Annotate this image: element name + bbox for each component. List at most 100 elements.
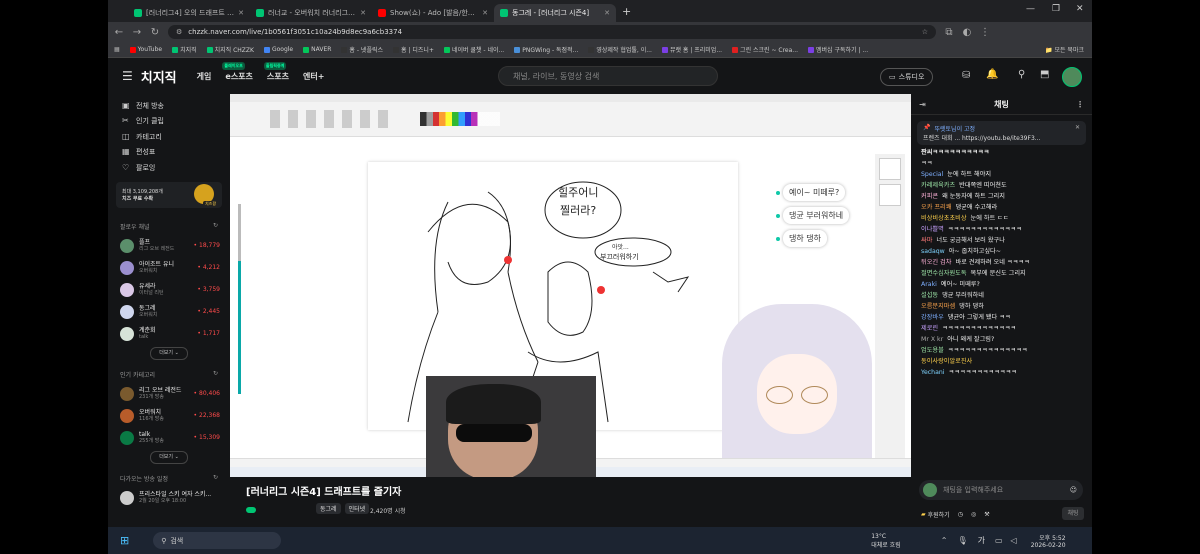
- chat-username[interactable]: sadaqw: [921, 248, 945, 255]
- chat-message[interactable]: 이나쁠멱 ㅋㅋㅋㅋㅋㅋㅋㅋㅋㅋㅋㅋㅋ: [911, 224, 1092, 235]
- bookmark-item[interactable]: 멤버십 구독하기 | ...: [808, 45, 868, 54]
- chat-message[interactable]: ㅋㅋ: [911, 158, 1092, 169]
- sidebar-category[interactable]: talk 255개 방송 • 15,309: [108, 427, 230, 449]
- sidebar-channel[interactable]: 플프 리그 오브 레전드 • 18,779: [108, 235, 230, 257]
- chat-message[interactable]: 오름분지마셈 댕하 댕하: [911, 301, 1092, 312]
- video-player[interactable]: 힐주어니 찔러라? 아앗... 부끄러워하기 예이~ 미떼루? 댕균 부러워하네 댕…: [230, 94, 911, 477]
- chat-username[interactable]: 오름분지마셈: [921, 303, 955, 310]
- collapse-chat-icon[interactable]: ⇥: [919, 100, 926, 109]
- search-input[interactable]: 채널, 라이브, 동영상 검색: [498, 66, 718, 86]
- chat-message[interactable]: 싸마 너도 궁금해서 보러 왔구나: [911, 235, 1092, 246]
- pinned-message[interactable]: 📌 뚜렛토님이 고정 프렌즈 대회 ... https://youtu.be/i…: [917, 121, 1086, 145]
- close-window-icon[interactable]: ✕: [1076, 4, 1084, 14]
- sidebar-channel[interactable]: 아이조트 유니 오버워치 • 4,212: [108, 257, 230, 279]
- chat-message[interactable]: Mr X kr 아니 왜케 잘그림?: [911, 334, 1092, 345]
- new-tab-button[interactable]: +: [622, 5, 631, 18]
- ime-indicator[interactable]: 가: [978, 535, 985, 546]
- forward-icon[interactable]: →: [132, 27, 142, 38]
- chat-username[interactable]: 엄도용블: [921, 347, 944, 354]
- chat-message[interactable]: 제로린 ㅋㅋㅋㅋㅋㅋㅋㅋㅋㅋㅋㅋㅋ: [911, 323, 1092, 334]
- sidebar-item[interactable]: ♡ 팔로잉: [108, 160, 230, 176]
- browser-menu-icon[interactable]: ⋮: [980, 27, 990, 38]
- site-logo[interactable]: 치지직: [141, 67, 177, 86]
- browser-tab[interactable]: 러너교 - 오버워치 러너리그 시즌 ✕: [250, 4, 372, 22]
- chat-username[interactable]: Special: [921, 171, 943, 178]
- notification-icon[interactable]: 🔔: [986, 69, 998, 80]
- extensions-icon[interactable]: ⧉: [944, 27, 954, 38]
- chat-username[interactable]: 카레제육카츠: [921, 182, 955, 189]
- pinned-close-icon[interactable]: ✕: [1075, 124, 1080, 131]
- header-menu-item[interactable]: 엔터+: [303, 71, 324, 82]
- chat-message[interactable]: Araki 예어~ 미떼루?: [911, 279, 1092, 290]
- tab-close-icon[interactable]: ✕: [482, 9, 488, 17]
- chat-message[interactable]: 엄도용블 ㅋㅋㅋㅋㅋㅋㅋㅋㅋㅋㅋㅋㅋㅋ: [911, 345, 1092, 356]
- browser-tab[interactable]: Show(쇼) - Ado [발음/한국어 자막]✕: [372, 4, 494, 22]
- chat-message[interactable]: 뒤오긴 검차 바로 견제하려 오네 ㅋㅋㅋㅋ: [911, 257, 1092, 268]
- bookmark-item[interactable]: 치지직 CHZZK: [206, 45, 254, 54]
- chat-message[interactable]: 강장바우 댕균아 그렇게 됐다 ㅋㅋ: [911, 312, 1092, 323]
- wallet-icon[interactable]: ⬒: [1040, 69, 1049, 80]
- stream-tag[interactable]: 인터넷: [344, 503, 370, 514]
- minimize-icon[interactable]: —: [1026, 4, 1035, 14]
- bookmark-item[interactable]: 뮤랫 홈 | 프리미엄...: [661, 45, 722, 54]
- tab-close-icon[interactable]: ✕: [238, 9, 244, 17]
- sidebar-item[interactable]: ▦ 편성표: [108, 145, 230, 161]
- chat-username[interactable]: 절면수심자원도독: [921, 270, 967, 277]
- bookmark-item[interactable]: 치지직: [172, 45, 197, 54]
- browser-tab[interactable]: 동그레 - [러너리그 시즌4] ✕: [494, 4, 616, 22]
- mission-icon[interactable]: ◎: [971, 511, 976, 518]
- chat-message[interactable]: 절면수심자원도독 복부에 문신도 그리지: [911, 268, 1092, 279]
- studio-button[interactable]: ▭ 스튜디오: [880, 68, 934, 86]
- taskbar-search-input[interactable]: ⚲ 검색: [153, 532, 282, 549]
- sidebar-item[interactable]: ✂ 인기 클립: [108, 114, 230, 130]
- sidebar-item[interactable]: ◫ 카테고리: [108, 129, 230, 145]
- sidebar-channel[interactable]: 동그레 오버워치 • 2,445: [108, 301, 230, 323]
- chat-username[interactable]: Yechani: [921, 369, 945, 376]
- chat-username[interactable]: Mr X kr: [921, 336, 943, 343]
- emoji-icon[interactable]: ☺: [1070, 486, 1077, 494]
- bookmark-item[interactable]: 영상제작 협업툴, 이...: [588, 45, 652, 54]
- cheese-promo-banner[interactable]: 최대 3,109,208개 치즈 무료 수확 치즈팡: [116, 181, 222, 208]
- bookmark-item[interactable]: 네이버 쿨챗 - 네이...: [443, 45, 504, 54]
- header-menu-item[interactable]: e스포츠 플레이오프: [222, 61, 253, 82]
- chat-message[interactable]: sadaqw 아~ 줍치하고싶다~: [911, 246, 1092, 257]
- weather-widget[interactable]: 13°C 대체로 흐림: [871, 533, 901, 549]
- chat-message[interactable]: Special 눈에 하트 해야지: [911, 169, 1092, 180]
- browser-tab[interactable]: [러너리그4] 오의 드래프트 시즌 ✕: [128, 4, 250, 22]
- chat-message[interactable]: Yechani ㅋㅋㅋㅋㅋㅋㅋㅋㅋㅋㅋㅋ: [911, 367, 1092, 378]
- sidebar-category[interactable]: 오버워치 116개 방송 • 22,368: [108, 405, 230, 427]
- sidebar-category[interactable]: 리그 오브 레전드 231개 방송 • 80,406: [108, 383, 230, 405]
- reload-icon[interactable]: ↻: [150, 27, 160, 38]
- apps-icon[interactable]: ▦: [114, 46, 120, 53]
- header-menu-item[interactable]: 게임: [197, 71, 212, 82]
- donate-button[interactable]: ▰ 후원하기: [921, 510, 950, 519]
- chat-message[interactable]: 카레제육카츠 반대쪽엔 띠어쳔도: [911, 180, 1092, 191]
- bookmark-star-icon[interactable]: ☆: [922, 28, 928, 36]
- chat-message[interactable]: 설섭동 댕균 부러워하네: [911, 290, 1092, 301]
- sidebar-item[interactable]: ▣ 전체 방송: [108, 98, 230, 114]
- chat-input[interactable]: 채팅을 입력해주세요 ☺: [919, 480, 1083, 500]
- zoom-slider[interactable]: [238, 204, 241, 394]
- bookmark-item[interactable]: 그린 스크린 ~ Crea...: [732, 45, 798, 54]
- url-input[interactable]: ⚙ chzzk.naver.com/live/1b0561f3051c10a24…: [168, 25, 936, 39]
- chat-message[interactable]: 비상비상초초비상 눈에 하트 ㄷㄷ: [911, 213, 1092, 224]
- tool-icon[interactable]: ⚒: [984, 511, 989, 518]
- category-more-button[interactable]: 더보기 ⌄: [150, 450, 188, 464]
- chat-menu-icon[interactable]: ⋮: [1076, 100, 1084, 109]
- tab-close-icon[interactable]: ✕: [604, 9, 610, 17]
- chat-username[interactable]: 뒤오긴 검차: [921, 259, 951, 266]
- gift-icon[interactable]: ⛁: [962, 70, 970, 81]
- tab-close-icon[interactable]: ✕: [360, 9, 366, 17]
- refresh-icon[interactable]: ↻: [213, 474, 218, 483]
- all-bookmarks-button[interactable]: 📁 모든 북마크: [1045, 45, 1084, 54]
- sidebar-channel[interactable]: 계춘회 talk • 1,717: [108, 323, 230, 345]
- clock[interactable]: 오후 5:52 2026-02-20: [1031, 533, 1066, 549]
- chat-message[interactable]: 커피콘 왜 눈동자에 하트 그리지: [911, 191, 1092, 202]
- maximize-icon[interactable]: ❐: [1052, 4, 1060, 14]
- chat-username[interactable]: 싸마: [921, 237, 932, 244]
- search-key-icon[interactable]: ⚲: [1018, 69, 1025, 80]
- chat-username[interactable]: 커피콘: [921, 193, 938, 200]
- bookmark-item[interactable]: Google: [263, 45, 293, 54]
- sidebar-channel[interactable]: 유세라 이터널 리턴 • 3,759: [108, 279, 230, 301]
- hamburger-menu-icon[interactable]: ☰: [122, 69, 133, 83]
